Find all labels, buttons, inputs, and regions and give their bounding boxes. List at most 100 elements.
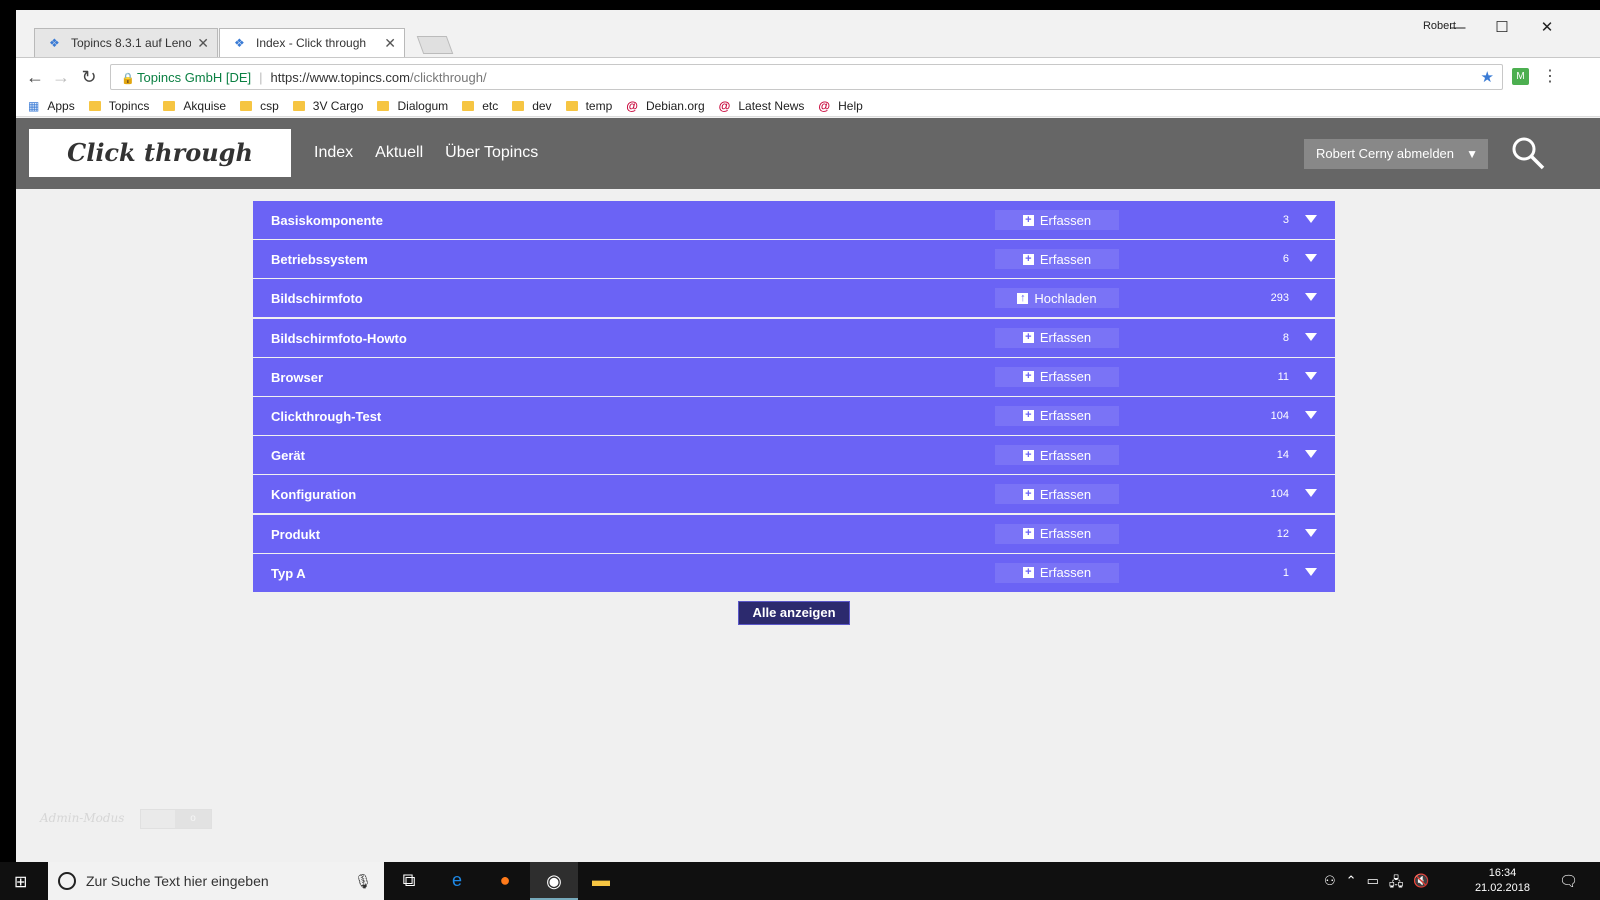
row-action-button[interactable]: + Erfassen <box>995 210 1119 230</box>
address-bar[interactable]: 🔒 Topincs GmbH [DE] | https://www.topinc… <box>110 64 1503 90</box>
expand-triangle-icon[interactable] <box>1305 567 1317 576</box>
expand-triangle-icon[interactable] <box>1305 293 1317 302</box>
expand-triangle-icon[interactable] <box>1305 332 1317 341</box>
nav-ueber-topincs[interactable]: Über Topincs <box>445 144 538 162</box>
expand-triangle-icon[interactable] <box>1305 489 1317 498</box>
cortana-icon[interactable] <box>58 872 76 890</box>
bookmark-apps[interactable]: ▦ Apps <box>28 99 75 113</box>
bookmark-etc[interactable]: etc <box>462 99 498 113</box>
logout-dropdown[interactable]: Robert Cerny abmelden ▼ <box>1304 139 1488 169</box>
type-row[interactable]: Basiskomponente + Erfassen 3 <box>253 201 1335 239</box>
minimize-button[interactable]: — <box>1435 15 1481 41</box>
debian-swirl-icon: @ <box>718 98 731 113</box>
edge-icon[interactable]: e <box>442 870 472 891</box>
type-row[interactable]: Betriebssystem + Erfassen 6 <box>253 240 1335 279</box>
type-row[interactable]: Konfiguration + Erfassen 104 <box>253 475 1335 514</box>
expand-triangle-icon[interactable] <box>1305 215 1317 223</box>
notification-icon[interactable]: 🗨 <box>1559 872 1578 890</box>
windows-start-icon[interactable]: ⊞ <box>14 872 27 892</box>
admin-mode-toggle[interactable]: o <box>140 809 212 829</box>
expand-triangle-icon[interactable] <box>1305 410 1317 419</box>
row-action-button[interactable]: + Erfassen <box>995 249 1119 270</box>
bookmark-topincs[interactable]: Topincs <box>88 99 149 113</box>
plus-icon: + <box>1022 488 1034 500</box>
new-tab-button[interactable] <box>416 36 454 54</box>
bookmark-help[interactable]: @ Help <box>818 99 862 113</box>
bookmark-debian[interactable]: @ Debian.org <box>626 99 704 113</box>
reload-button[interactable]: ↻ <box>76 64 102 90</box>
type-name[interactable]: Bildschirmfoto-Howto <box>271 331 407 346</box>
type-row[interactable]: Produkt + Erfassen 12 <box>253 514 1335 553</box>
row-action-button[interactable]: ↑ Hochladen <box>995 288 1119 309</box>
clock[interactable]: 16:34 21.02.2018 <box>1475 866 1530 896</box>
type-name[interactable]: Betriebssystem <box>271 252 368 267</box>
type-row[interactable]: Browser + Erfassen 11 <box>253 357 1335 396</box>
bookmark-latest-news[interactable]: @ Latest News <box>719 99 805 113</box>
type-row[interactable]: Bildschirmfoto-Howto + Erfassen 8 <box>253 318 1335 357</box>
type-name[interactable]: Gerät <box>271 448 305 463</box>
type-row[interactable]: Gerät + Erfassen 14 <box>253 436 1335 475</box>
task-view-icon[interactable]: ⧉ <box>394 870 424 891</box>
expand-triangle-icon[interactable] <box>1305 450 1317 459</box>
type-row[interactable]: Bildschirmfoto ↑ Hochladen 293 <box>253 279 1335 318</box>
bookmark-akquise[interactable]: Akquise <box>163 99 226 113</box>
chevron-up-icon[interactable]: ⌃ <box>1346 873 1357 895</box>
firefox-icon[interactable]: ● <box>490 870 520 891</box>
type-name[interactable]: Bildschirmfoto <box>271 291 363 306</box>
site-identity[interactable]: Topincs GmbH [DE] <box>137 70 251 85</box>
nav-index[interactable]: Index <box>314 144 353 162</box>
expand-triangle-icon[interactable] <box>1305 528 1317 537</box>
tab-topincs[interactable]: ❖ Topincs 8.3.1 auf Lenovo ✕ <box>34 28 218 57</box>
close-window-button[interactable]: ✕ <box>1524 15 1570 41</box>
row-action-button[interactable]: + Erfassen <box>995 445 1119 466</box>
search-icon[interactable] <box>1510 135 1546 171</box>
back-button[interactable]: ← <box>22 64 48 90</box>
row-action-button[interactable]: + Erfassen <box>995 327 1119 348</box>
volume-muted-icon[interactable]: 🔇 <box>1413 873 1429 895</box>
toggle-knob[interactable]: o <box>175 810 211 828</box>
people-icon[interactable]: ⚇ <box>1324 873 1336 895</box>
type-name[interactable]: Clickthrough-Test <box>271 409 381 424</box>
site-logo[interactable]: Click through <box>29 129 291 177</box>
browser-menu-icon[interactable]: ⋮ <box>1542 66 1558 86</box>
type-name[interactable]: Typ A <box>271 566 306 581</box>
row-action-button[interactable]: + Erfassen <box>995 484 1119 505</box>
tab-close-icon[interactable]: ✕ <box>197 35 209 52</box>
row-action-button[interactable]: + Erfassen <box>995 562 1119 583</box>
bookmark-temp[interactable]: temp <box>565 99 612 113</box>
bookmark-star-icon[interactable]: ★ <box>1481 68 1494 86</box>
type-name[interactable]: Konfiguration <box>271 487 356 502</box>
battery-icon[interactable]: ▭ <box>1367 873 1379 895</box>
bookmark-csp[interactable]: csp <box>240 99 279 113</box>
expand-triangle-icon[interactable] <box>1305 254 1317 263</box>
maximize-button[interactable]: ☐ <box>1479 15 1525 41</box>
type-row[interactable]: Clickthrough-Test + Erfassen 104 <box>253 396 1335 435</box>
bookmark-3v-cargo[interactable]: 3V Cargo <box>292 99 363 113</box>
expand-triangle-icon[interactable] <box>1305 371 1317 380</box>
taskbar-search[interactable]: Zur Suche Text hier eingeben 🎙 <box>48 862 384 900</box>
show-all-button[interactable]: Alle anzeigen <box>738 601 850 625</box>
type-row[interactable]: Typ A + Erfassen 1 <box>253 553 1335 592</box>
nav-aktuell[interactable]: Aktuell <box>375 144 423 162</box>
item-count: 6 <box>1282 253 1289 266</box>
network-icon[interactable]: 🖧 <box>1389 873 1404 895</box>
type-name[interactable]: Browser <box>271 370 323 385</box>
folder-icon <box>512 100 525 111</box>
type-name[interactable]: Basiskomponente <box>271 213 383 228</box>
microphone-icon[interactable]: 🎙 <box>354 873 372 890</box>
chrome-icon[interactable]: ◉ <box>530 862 578 900</box>
tab-index-click-through[interactable]: ❖ Index - Click through ✕ <box>219 28 405 57</box>
row-action-button[interactable]: + Erfassen <box>995 366 1119 387</box>
action-label: Erfassen <box>1039 369 1092 385</box>
extension-icon[interactable]: M <box>1512 68 1529 85</box>
type-name[interactable]: Produkt <box>271 527 320 542</box>
forward-button[interactable]: → <box>48 64 74 90</box>
bookmark-dialogum[interactable]: Dialogum <box>377 99 448 113</box>
bookmark-label: etc <box>482 98 499 113</box>
folder-icon <box>163 100 176 111</box>
row-action-button[interactable]: + Erfassen <box>995 523 1119 544</box>
row-action-button[interactable]: + Erfassen <box>995 405 1119 426</box>
file-explorer-icon[interactable]: ▬ <box>586 870 616 891</box>
bookmark-dev[interactable]: dev <box>512 99 552 113</box>
tab-close-icon[interactable]: ✕ <box>384 35 396 52</box>
